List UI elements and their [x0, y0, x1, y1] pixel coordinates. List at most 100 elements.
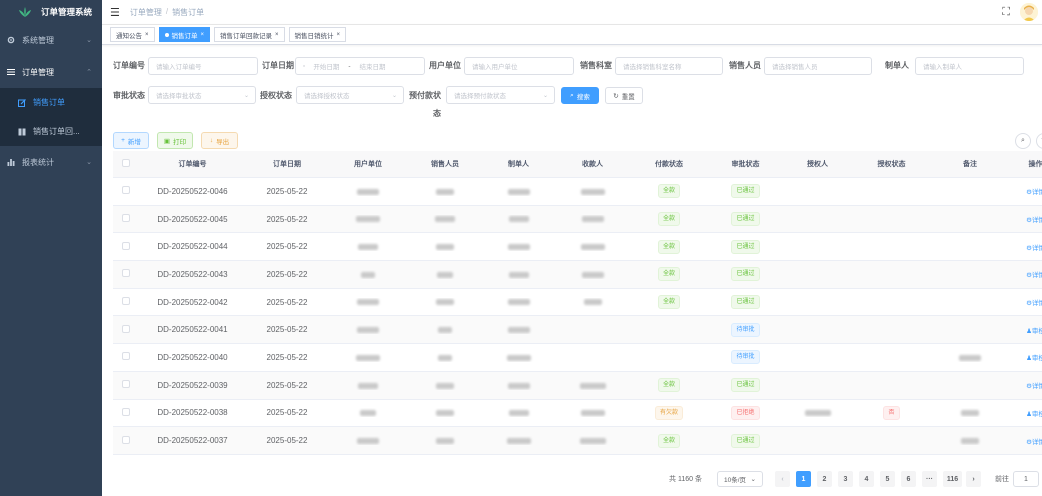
table-cell — [482, 298, 555, 307]
tag-notice[interactable]: 通知公告 × — [110, 27, 155, 42]
redacted-payee — [579, 382, 606, 389]
detail-button[interactable]: ⚙详情 — [1026, 245, 1042, 252]
order-no: DD-20250522-0046 — [157, 186, 228, 196]
sidebar-item-system[interactable]: 系统管理 ⌄ — [0, 24, 102, 56]
detail-button[interactable]: ⚙详情 — [1026, 189, 1042, 196]
sidebar-item-order[interactable]: 订单管理 ⌃ — [0, 56, 102, 88]
reset-button[interactable]: ↻ 重置 — [605, 87, 643, 104]
redacted-payee — [583, 299, 602, 306]
row-checkbox[interactable] — [122, 269, 130, 278]
redacted-sales-person — [438, 354, 452, 361]
redacted-sales-person — [435, 216, 455, 223]
row-checkbox[interactable] — [122, 352, 130, 361]
redacted-user-unit — [357, 437, 379, 444]
sales-person-select[interactable]: 请选择销售人员 — [764, 57, 872, 75]
redacted-maker — [507, 244, 530, 251]
page-4-button[interactable]: 4 — [859, 471, 874, 487]
table-cell — [555, 408, 630, 417]
row-checkbox[interactable] — [122, 407, 130, 416]
row-checkbox[interactable] — [122, 435, 130, 444]
hamburger-icon[interactable]: ☰ — [110, 6, 120, 19]
page-size-select[interactable]: 10条/页 ⌄ — [717, 471, 763, 487]
detail-button[interactable]: ⚙详情 — [1026, 300, 1042, 307]
select-all-checkbox[interactable] — [113, 159, 139, 169]
tag-sales-order[interactable]: 销售订单 × — [158, 27, 211, 42]
table-cell — [408, 408, 482, 417]
fullscreen-icon[interactable]: ⛶ — [1002, 6, 1010, 19]
close-icon[interactable]: × — [275, 32, 279, 38]
sales-dept-select[interactable]: 请选择销售科室名称 — [615, 57, 723, 75]
print-button[interactable]: ▣ 打印 — [157, 132, 193, 149]
redacted-maker — [507, 299, 530, 306]
page-2-button[interactable]: 2 — [817, 471, 832, 487]
table-cell: 2025-05-22 — [246, 242, 328, 251]
table-cell — [113, 324, 139, 335]
avatar[interactable] — [1020, 3, 1038, 21]
toggle-search-button[interactable]: ⌕ — [1015, 133, 1031, 149]
redacted-remark — [961, 410, 979, 417]
order-date-range-picker[interactable]: ▫ 开始日期 - 结束日期 — [295, 57, 425, 75]
search-button[interactable]: ⌕ 搜索 — [561, 87, 599, 104]
page-jump-input[interactable]: 1 — [1013, 471, 1039, 487]
table-cell: 2025-05-22 — [246, 436, 328, 445]
row-checkbox[interactable] — [122, 214, 130, 223]
refresh-icon: ↻ — [613, 92, 619, 100]
prev-page-button[interactable]: ‹ — [775, 471, 790, 487]
review-status-tag: 待审批 — [731, 350, 760, 365]
close-icon[interactable]: × — [337, 32, 341, 38]
sidebar-item-sales-order-payment[interactable]: 销售订单回... — [0, 117, 102, 146]
close-icon[interactable]: × — [201, 32, 205, 38]
breadcrumb-item[interactable]: 订单管理 — [130, 7, 162, 18]
col-order-date: 订单日期 — [273, 161, 301, 168]
tag-sales-order-payment[interactable]: 销售订单回款记录 × — [214, 27, 285, 42]
sidebar-item-sales-order[interactable]: 销售订单 — [0, 88, 102, 117]
sidebar-item-label: 系统管理 — [22, 35, 54, 45]
review-status-tag: 已通过 — [731, 378, 760, 393]
next-page-button[interactable]: › — [966, 471, 981, 487]
row-checkbox[interactable] — [122, 241, 130, 250]
table-cell — [931, 353, 1009, 362]
page-5-button[interactable]: 5 — [880, 471, 895, 487]
row-checkbox[interactable] — [122, 186, 130, 195]
table-cell — [113, 241, 139, 252]
refresh-button[interactable]: ↻ — [1036, 133, 1042, 149]
close-icon[interactable]: × — [145, 32, 149, 38]
row-checkbox[interactable] — [122, 380, 130, 389]
detail-button[interactable]: ⚙详情 — [1026, 439, 1042, 446]
page-ellipsis[interactable]: ··· — [922, 471, 937, 487]
order-no: DD-20250522-0042 — [157, 297, 228, 307]
user-unit-label: 用户单位 — [429, 61, 461, 70]
order-no-input[interactable]: 请输入订单编号 — [148, 57, 258, 75]
auth-status-select[interactable]: 请选择授权状态 ⌄ — [296, 86, 404, 104]
page-3-button[interactable]: 3 — [838, 471, 853, 487]
table-cell: 待审批 — [708, 350, 783, 365]
row-checkbox[interactable] — [122, 297, 130, 306]
detail-button[interactable]: ⚙详情 — [1026, 272, 1042, 279]
page-last-button[interactable]: 116 — [943, 471, 962, 487]
redacted-user-unit — [361, 271, 375, 278]
review-button[interactable]: ♟审核 — [1026, 328, 1042, 335]
prepay-status-select[interactable]: 请选择预付款状态 ⌄ — [446, 86, 555, 104]
tag-sales-daily-stats[interactable]: 销售日销统计 × — [288, 27, 347, 42]
table-cell: 2025-05-22 — [246, 325, 328, 334]
page-6-button[interactable]: 6 — [901, 471, 916, 487]
table-cell — [783, 408, 852, 417]
export-button[interactable]: ↓ 导出 — [201, 132, 238, 149]
detail-button[interactable]: ⚙详情 — [1026, 383, 1042, 390]
table-cell — [482, 187, 555, 196]
table-cell: 全款 — [630, 239, 708, 254]
review-button[interactable]: ♟审核 — [1026, 355, 1042, 362]
page-1-button[interactable]: 1 — [796, 471, 811, 487]
user-unit-input[interactable]: 请输入用户单位 — [464, 57, 574, 75]
review-button[interactable]: ♟审核 — [1026, 411, 1042, 418]
sidebar-item-report[interactable]: 报表统计 ⌄ — [0, 146, 102, 178]
maker-input[interactable]: 请输入制单人 — [915, 57, 1024, 75]
pay-status-tag: 全款 — [657, 295, 680, 310]
detail-button[interactable]: ⚙详情 — [1026, 217, 1042, 224]
row-checkbox[interactable] — [122, 324, 130, 333]
table-cell — [555, 270, 630, 279]
review-status-select[interactable]: 请选择审批状态 ⌄ — [148, 86, 256, 104]
table-row: DD-20250522-0041 2025-05-22 待审批 ♟审核 — [113, 316, 1042, 345]
add-button[interactable]: + 新增 — [113, 132, 149, 149]
pay-status-tag: 全款 — [657, 433, 680, 448]
